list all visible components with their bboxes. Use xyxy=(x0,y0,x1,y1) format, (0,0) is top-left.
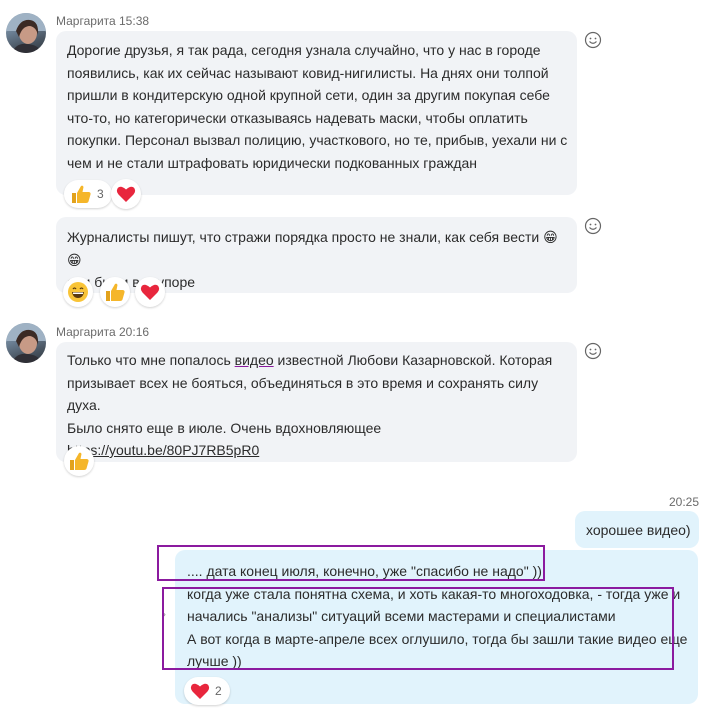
outgoing-message-bubble[interactable]: хорошее видео) xyxy=(575,511,699,548)
message-line: чем и не стали штрафовать юридически под… xyxy=(67,154,478,171)
message-line: Было снято еще в июле. Очень вдохновляющ… xyxy=(67,419,382,436)
highlight-box xyxy=(157,545,545,581)
message-bubble[interactable]: Только что мне попалось видео известной … xyxy=(56,342,577,462)
message-bubble[interactable]: Дорогие друзья, я так рада, сегодня узна… xyxy=(56,31,577,195)
thumbs-up-icon xyxy=(72,185,91,203)
message-text: хорошее видео) xyxy=(586,522,691,538)
reaction-grin[interactable] xyxy=(63,277,93,307)
reaction-thumbs-up[interactable] xyxy=(64,446,94,476)
reaction-heart[interactable] xyxy=(135,277,165,307)
highlight-box xyxy=(162,587,674,670)
sender-name: Маргарита 15:38 xyxy=(56,14,150,28)
reaction-heart[interactable] xyxy=(111,179,141,209)
message-time: 20:25 xyxy=(669,495,700,509)
add-reaction-icon[interactable] xyxy=(584,31,602,49)
heart-icon xyxy=(116,186,136,202)
avatar[interactable] xyxy=(6,13,46,53)
reaction-thumbs-up[interactable]: 3 xyxy=(64,180,112,208)
grin-icon xyxy=(68,282,88,302)
thumbs-up-icon xyxy=(70,452,89,470)
message-line: Журналисты пишут, что стражи порядка про… xyxy=(67,229,558,268)
message-line: Дорогие друзья, я так рада, сегодня узна… xyxy=(67,42,541,58)
message-line: Только что мне попалось видео известной … xyxy=(67,349,572,372)
add-reaction-icon[interactable] xyxy=(584,342,602,360)
video-link[interactable]: видео xyxy=(235,352,274,368)
reaction-count: 2 xyxy=(215,684,222,698)
message-line: пришли в кондитерскую одной крупной сети… xyxy=(67,87,550,103)
reaction-count: 3 xyxy=(97,187,104,201)
youtube-link[interactable]: https://youtu.be/80PJ7RB5pR0 xyxy=(67,442,259,458)
reaction-thumbs-up[interactable] xyxy=(100,277,130,307)
message-text: известной Любови Казарновской. Которая xyxy=(273,352,553,368)
avatar[interactable] xyxy=(6,323,46,363)
message-line: покупки. Персонал вызвал полицию, участк… xyxy=(67,132,568,148)
sender-name: Маргарита 20:16 xyxy=(56,325,150,339)
message-bubble[interactable]: Журналисты пишут, что стражи порядка про… xyxy=(56,217,577,293)
heart-icon xyxy=(190,683,210,699)
reaction-heart[interactable]: 2 xyxy=(184,677,230,705)
message-text: Только что мне попалось xyxy=(67,352,235,368)
message-line: что-то, но категорически отказываясь над… xyxy=(67,109,528,126)
add-reaction-icon[interactable] xyxy=(584,217,602,235)
message-line: призывает всех не бояться, объединяться … xyxy=(67,374,539,414)
message-line: появились, как их сейчас называют ковид-… xyxy=(67,64,549,81)
thumbs-up-icon xyxy=(106,283,125,301)
heart-icon xyxy=(140,284,160,300)
